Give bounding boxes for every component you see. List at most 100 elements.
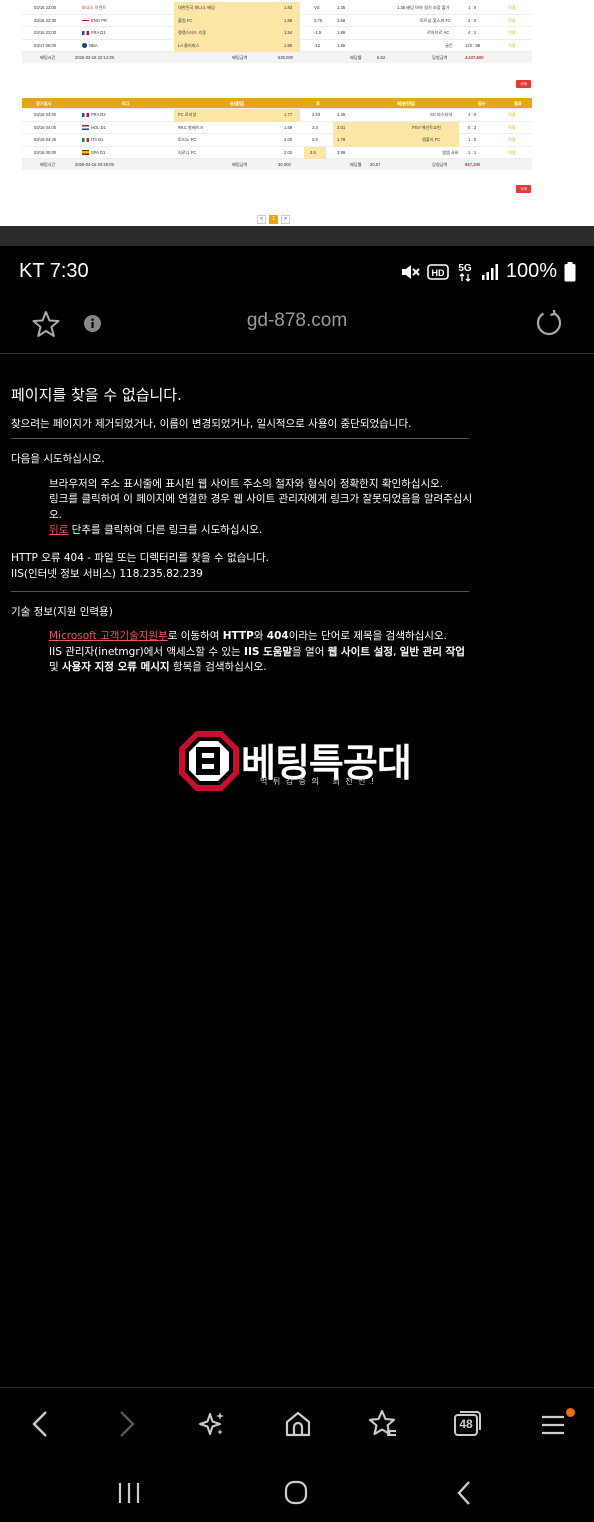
league: SPA D1	[91, 149, 106, 155]
odd: 1.77	[284, 112, 293, 117]
match-time: 03/16 22:30	[34, 17, 57, 23]
network-label: 5G	[458, 263, 472, 274]
home-circle-icon[interactable]	[284, 1480, 308, 1506]
next-page-button[interactable]: >	[281, 215, 290, 224]
tabs-button[interactable]: 48	[453, 1409, 483, 1437]
back-link[interactable]: 뒤로	[49, 524, 68, 536]
table-row: 03/16 23:00 파나소 아렌트 대한민국 파나소 배당 1.83 VS …	[22, 2, 532, 15]
tech-info-item: IIS 관리자(inetmgr)에서 액세스할 수 있는 IIS 도움말을 열어…	[49, 645, 479, 661]
logo-emblem-icon	[179, 731, 239, 791]
home-pick: RKC 발베이크	[178, 124, 204, 130]
text: IIS 도움말	[244, 646, 293, 658]
delete-button[interactable]: 삭제	[516, 80, 531, 88]
text: 및	[49, 661, 62, 673]
reload-icon[interactable]	[535, 309, 563, 337]
table-row: 03/16 23:00 FRA D1 랭랭스타드 리옹 1.54 -1.5 1.…	[22, 27, 532, 40]
result: 적중	[508, 5, 516, 10]
summary-label: 배팅시간	[40, 162, 56, 167]
home-pick: LA 클리퍼스	[174, 39, 300, 52]
flag-icon	[82, 125, 89, 130]
away: 엠폴리 FC	[422, 137, 441, 142]
forward-icon[interactable]	[117, 1410, 137, 1438]
system-back-icon[interactable]	[455, 1480, 473, 1506]
score: 1 : 1	[468, 149, 477, 155]
mid: VS	[314, 5, 320, 10]
address-bar: gd-878.com	[0, 296, 594, 354]
logo-slogan: 먹튀검증의 최전선!	[260, 777, 380, 786]
match-time: 03/16 04:45	[34, 137, 57, 142]
delete-button[interactable]: 삭제	[516, 185, 531, 193]
bet-slip-1: 03/16 23:00 파나소 아렌트 대한민국 파나소 배당 1.83 VS …	[22, 2, 532, 63]
try-heading: 다음을 시도하십시오.	[11, 453, 105, 465]
odd: 2.02	[284, 149, 293, 155]
rate-label: 배당률	[350, 162, 362, 167]
flag-icon	[82, 150, 89, 155]
tab-count: 48	[459, 1417, 473, 1431]
iis-info-text: IIS(인터넷 정보 서비스) 118.235.82.239	[11, 568, 203, 580]
menu-button[interactable]	[540, 1408, 575, 1440]
prev-page-button[interactable]: <	[257, 215, 266, 224]
home-pick: 랭랭스타드 리옹	[174, 27, 300, 40]
summary-row: 배팅시간 2025-03-16 22:14:28 배팅금액 630,000 배당…	[22, 52, 532, 63]
hd-label: HD	[431, 268, 444, 278]
col-header: 점수	[478, 101, 486, 106]
current-page-button[interactable]: 1	[269, 215, 278, 224]
browser-toolbar: 48	[0, 1387, 594, 1457]
carrier-clock: KT 7:30	[19, 260, 89, 282]
mid: 3.53	[312, 112, 321, 117]
odd: 1.86	[284, 17, 293, 23]
col-header: 경기일시	[36, 101, 52, 106]
sparkle-icon[interactable]	[198, 1410, 226, 1438]
result: 적중	[508, 30, 516, 35]
text: IIS 관리자(inetmgr)에서 액세스할 수 있는	[49, 646, 245, 658]
ms-support-link[interactable]: Microsoft 고객기술지원부	[49, 630, 168, 642]
summary-label: 배팅시간	[40, 55, 56, 60]
result: 적중	[508, 42, 516, 48]
battery-percent: 100%	[505, 260, 557, 282]
battery-icon	[564, 261, 576, 281]
match-time: 03/16 04:00	[34, 112, 57, 117]
col-header: 승(홈팀)	[230, 101, 245, 106]
home-icon[interactable]	[284, 1410, 312, 1438]
mid: 2.5	[312, 137, 318, 142]
text: 로 이동하여	[167, 630, 223, 642]
recent-apps-icon[interactable]	[117, 1481, 141, 1505]
error-page: 페이지를 찾을 수 없습니다. 찾으려는 페이지가 제거되었거나, 이름이 변경…	[0, 355, 594, 1387]
url-text[interactable]: gd-878.com	[0, 310, 594, 332]
table-row: 03/16 04:45 ITA D1 토리노 FC 2.00 2.5 1.78 …	[22, 134, 532, 147]
odd2: 3.96	[337, 149, 346, 155]
back-icon[interactable]	[30, 1410, 50, 1438]
flag-icon	[82, 30, 89, 36]
divider	[11, 591, 469, 592]
col-header: 패(원정팀)	[397, 101, 416, 106]
match-time: 03/17 06:00	[34, 42, 57, 48]
odd: 1.69	[284, 124, 293, 130]
rate: 6.52	[377, 55, 386, 60]
match-time: 03/16 04:00	[34, 124, 57, 130]
bet-amount: 30,000	[278, 162, 291, 167]
away: 1.35 배당 마하 경기 조합 불가	[397, 5, 450, 10]
text: 을 열어	[292, 646, 328, 658]
result: 적중	[508, 124, 516, 130]
bet-slip-2: 경기일시 리그 승(홈팀) 무 패(원정팀) 점수 결과 03/16 04:00…	[22, 98, 532, 170]
notification-dot	[566, 1408, 575, 1417]
home-pick: 대한민국 파나소 배당	[174, 2, 300, 15]
mid: -12	[314, 42, 321, 48]
bet-time: 2025-03-16 22:14:28	[75, 55, 114, 60]
home-pick: 풀럼 FC	[174, 14, 300, 27]
signal-icon	[481, 263, 498, 280]
text: 404	[266, 630, 289, 642]
odd: 1.85	[284, 42, 293, 48]
odd: 1.54	[284, 30, 293, 35]
status-icons: HD 5G 100%	[400, 260, 576, 283]
league: ITA D1	[91, 137, 104, 142]
image-bottom-band	[0, 226, 594, 246]
table-row: 03/16 04:00 FRA D2 FC 로리앙 1.77 3.53 4.46…	[22, 109, 532, 122]
away: 골든	[445, 42, 453, 48]
network-5g-icon: 5G	[458, 263, 472, 282]
bookmarks-icon[interactable]	[368, 1409, 398, 1439]
match-time: 03/16 23:00	[34, 5, 57, 10]
text: 사용자 지정 오류 메시지	[62, 661, 170, 673]
page-title: 페이지를 찾을 수 없습니다.	[11, 386, 182, 404]
odd: 2.00	[284, 137, 293, 142]
